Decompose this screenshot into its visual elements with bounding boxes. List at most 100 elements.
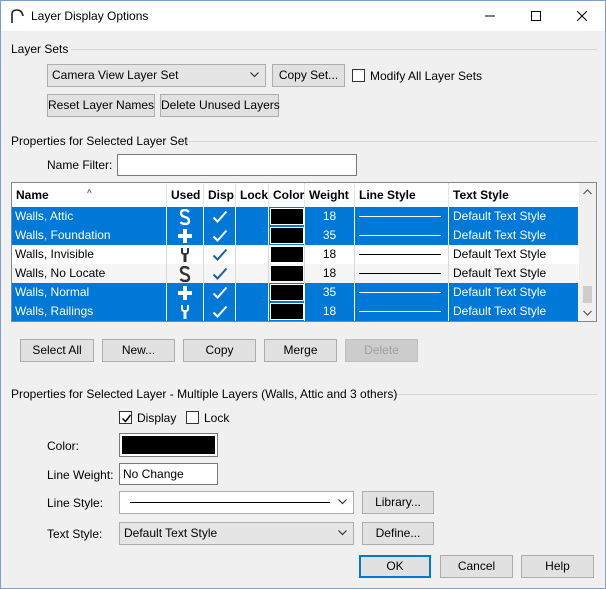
maximize-button[interactable] xyxy=(513,1,559,31)
line-weight-input[interactable]: No Change xyxy=(119,463,218,485)
color-swatch xyxy=(270,284,304,301)
new-button[interactable]: New... xyxy=(102,339,175,362)
line-style-cell[interactable] xyxy=(355,245,449,264)
column-header-used[interactable]: Used xyxy=(167,183,204,207)
text-style-cell[interactable]: Default Text Style xyxy=(449,264,578,283)
lock-cell[interactable] xyxy=(236,302,269,321)
color-cell[interactable] xyxy=(269,283,305,302)
app-logo-icon xyxy=(9,8,25,24)
weight-cell: 18 xyxy=(305,302,355,321)
text-style-cell[interactable]: Default Text Style xyxy=(449,207,578,226)
close-button[interactable] xyxy=(559,1,605,31)
color-cell[interactable] xyxy=(269,226,305,245)
lock-cell[interactable] xyxy=(236,283,269,302)
text-style-dropdown[interactable]: Default Text Style xyxy=(119,522,354,545)
select-all-button[interactable]: Select All xyxy=(20,339,94,362)
chevron-down-icon xyxy=(338,530,347,536)
line-style-cell[interactable] xyxy=(355,264,449,283)
lock-cell[interactable] xyxy=(236,245,269,264)
layers-table: Name ^ Used Disp Lock Color Weight Line … xyxy=(11,182,597,322)
library-button[interactable]: Library... xyxy=(362,491,434,514)
table-row[interactable]: Walls, Attic 18 Default Text Style xyxy=(12,207,578,226)
copy-set-button[interactable]: Copy Set... xyxy=(272,64,345,87)
color-swatch xyxy=(271,247,303,262)
color-swatch xyxy=(270,227,304,244)
checkmark-icon[interactable] xyxy=(204,264,236,283)
lock-label: Lock xyxy=(204,411,230,425)
line-style-cell[interactable] xyxy=(355,283,449,302)
weight-cell: 18 xyxy=(305,207,355,226)
delete-unused-layers-button[interactable]: Delete Unused Layers xyxy=(160,94,280,117)
group-divider xyxy=(397,394,597,395)
color-cell[interactable] xyxy=(269,302,305,321)
display-checkbox[interactable] xyxy=(119,411,132,424)
column-header-disp[interactable]: Disp xyxy=(204,183,236,207)
table-scrollbar[interactable] xyxy=(579,183,596,321)
layer-name-cell: Walls, Normal xyxy=(12,283,167,302)
checkmark-icon[interactable] xyxy=(204,283,236,302)
text-style-label: Text Style: xyxy=(47,527,103,541)
color-cell[interactable] xyxy=(269,245,305,264)
line-style-preview xyxy=(359,273,441,274)
group-divider xyxy=(71,49,597,50)
line-style-cell[interactable] xyxy=(355,226,449,245)
table-row[interactable]: Walls, No Locate 18 Default Text Style xyxy=(12,264,578,283)
S-icon xyxy=(167,207,204,226)
checkmark-icon[interactable] xyxy=(204,245,236,264)
name-filter-input[interactable] xyxy=(117,154,357,176)
plus-icon xyxy=(167,283,204,302)
checkmark-icon[interactable] xyxy=(204,302,236,321)
layer-name-cell: Walls, Railings xyxy=(12,302,167,321)
lock-cell[interactable] xyxy=(236,207,269,226)
help-button[interactable]: Help xyxy=(521,555,594,578)
column-header-lock[interactable]: Lock xyxy=(236,183,269,207)
column-header-color[interactable]: Color xyxy=(269,183,305,207)
column-header-name[interactable]: Name ^ xyxy=(12,183,167,207)
color-cell[interactable] xyxy=(269,264,305,283)
modify-all-checkbox[interactable] xyxy=(352,69,365,82)
checkmark-icon[interactable] xyxy=(204,207,236,226)
name-filter-label: Name Filter: xyxy=(47,158,113,172)
column-header-line-style[interactable]: Line Style xyxy=(355,183,449,207)
layer-name-cell: Walls, Attic xyxy=(12,207,167,226)
scroll-up-icon[interactable] xyxy=(579,183,596,200)
layer-set-dropdown[interactable]: Camera View Layer Set xyxy=(47,64,266,87)
copy-button[interactable]: Copy xyxy=(183,339,256,362)
reset-layer-names-button[interactable]: Reset Layer Names xyxy=(47,94,155,117)
title-bar: Layer Display Options xyxy=(1,1,605,31)
weight-cell: 18 xyxy=(305,264,355,283)
table-row[interactable]: Walls, Railings 18 Default Text Style xyxy=(12,302,578,321)
line-style-label: Line Style: xyxy=(47,496,104,510)
scrollbar-thumb[interactable] xyxy=(583,286,592,303)
table-row[interactable]: Walls, Foundation 35 Default Text Style xyxy=(12,226,578,245)
text-style-cell[interactable]: Default Text Style xyxy=(449,283,578,302)
line-style-dropdown[interactable] xyxy=(119,491,354,514)
define-button[interactable]: Define... xyxy=(362,522,434,545)
checkmark-icon[interactable] xyxy=(204,226,236,245)
text-style-cell[interactable]: Default Text Style xyxy=(449,245,578,264)
layer-sets-group-title: Layer Sets xyxy=(11,42,69,56)
color-cell[interactable] xyxy=(269,207,305,226)
ok-button[interactable]: OK xyxy=(359,555,431,578)
line-style-cell[interactable] xyxy=(355,302,449,321)
lock-cell[interactable] xyxy=(236,264,269,283)
lock-cell[interactable] xyxy=(236,226,269,245)
plus-icon xyxy=(167,226,204,245)
line-style-cell[interactable] xyxy=(355,207,449,226)
line-style-preview xyxy=(130,502,330,503)
merge-button[interactable]: Merge xyxy=(264,339,337,362)
color-picker-button[interactable] xyxy=(119,433,218,457)
minimize-button[interactable] xyxy=(467,1,513,31)
cancel-button[interactable]: Cancel xyxy=(440,555,513,578)
column-header-text-style[interactable]: Text Style xyxy=(449,183,578,207)
lock-checkbox[interactable] xyxy=(186,411,199,424)
column-header-weight[interactable]: Weight xyxy=(305,183,355,207)
text-style-cell[interactable]: Default Text Style xyxy=(449,226,578,245)
table-row[interactable]: Walls, Normal 35 Default Text Style xyxy=(12,283,578,302)
scroll-down-icon[interactable] xyxy=(579,304,596,321)
table-row[interactable]: Walls, Invisible 18 Default Text Style xyxy=(12,245,578,264)
delete-button[interactable]: Delete xyxy=(345,339,418,362)
text-style-cell[interactable]: Default Text Style xyxy=(449,302,578,321)
layer-name-cell: Walls, Invisible xyxy=(12,245,167,264)
S-icon xyxy=(167,264,204,283)
